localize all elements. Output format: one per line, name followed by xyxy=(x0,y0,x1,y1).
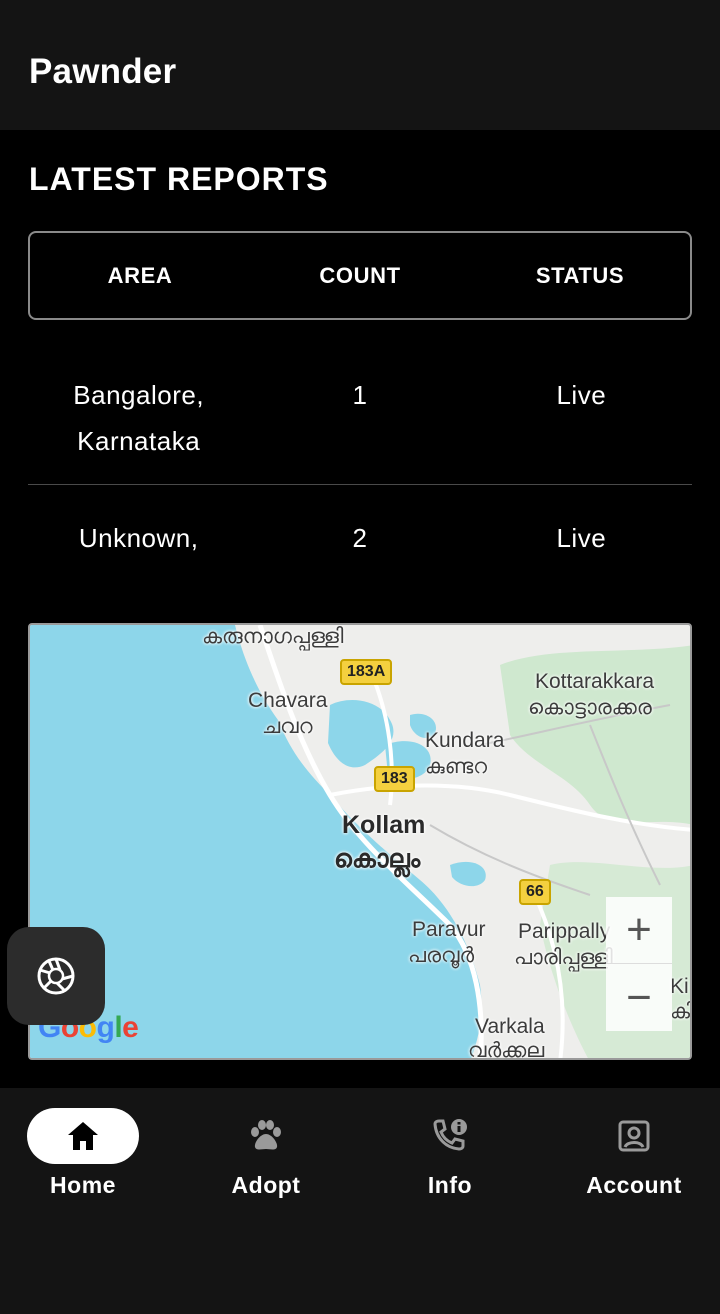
camera-shutter-icon xyxy=(37,957,75,995)
nav-indicator xyxy=(210,1108,322,1164)
reports-table-header: AREA COUNT STATUS xyxy=(28,231,692,320)
column-header-area: AREA xyxy=(107,262,173,288)
account-box-icon xyxy=(618,1120,650,1152)
cell-area: Unknown, xyxy=(28,515,249,561)
area-line: Karnataka xyxy=(77,426,201,456)
map-label: Kollam xyxy=(342,811,426,839)
road-shield: 183A xyxy=(340,659,393,685)
nav-label-info: Info xyxy=(427,1172,473,1198)
reports-map[interactable]: കരുനാഗപ്പള്ളി 183A Chavara ചവറ Kottarakk… xyxy=(28,623,692,1060)
bottom-navigation-bar: Home Adopt Info Account xyxy=(0,1088,720,1314)
map-label: വർക്കല xyxy=(468,1039,545,1060)
nav-label-adopt: Adopt xyxy=(231,1172,301,1198)
nav-item-home[interactable]: Home xyxy=(0,1088,173,1218)
road-shield: 66 xyxy=(519,879,551,905)
nav-label-home: Home xyxy=(50,1172,116,1198)
map-label: പാരിപ്പള്ളി xyxy=(514,946,613,969)
map-label: Ki xyxy=(670,975,689,998)
paw-icon xyxy=(251,1120,281,1150)
cell-status: Live xyxy=(556,380,607,410)
area-line: Bangalore, xyxy=(73,380,205,410)
map-label: കുണ്ടറ xyxy=(425,755,488,778)
nav-item-adopt[interactable]: Adopt xyxy=(176,1088,356,1218)
column-header-status: STATUS xyxy=(535,262,625,288)
area-line: Unknown, xyxy=(78,523,199,553)
cell-count: 1 xyxy=(352,380,368,410)
zoom-out-button[interactable]: − xyxy=(606,964,672,1031)
table-row[interactable]: Unknown, 2 Live xyxy=(28,485,692,600)
nav-indicator xyxy=(578,1108,690,1164)
app-title: Pawnder xyxy=(29,52,177,91)
nav-label-account: Account xyxy=(586,1172,682,1198)
map-label: Kottarakkara xyxy=(535,670,655,693)
map-label: കൊട്ടാരക്കര xyxy=(528,696,652,719)
map-label: കി xyxy=(670,1000,692,1023)
home-icon xyxy=(68,1122,98,1150)
map-label: പരവൂർ xyxy=(408,944,475,967)
reports-heading: LATEST REPORTS xyxy=(29,161,329,197)
column-header-count: COUNT xyxy=(319,262,401,288)
nav-item-account[interactable]: Account xyxy=(544,1088,720,1218)
phone-info-icon xyxy=(433,1119,467,1151)
map-label: കരുനാഗപ്പള്ളി xyxy=(202,625,344,648)
map-label: ചവറ xyxy=(262,715,313,738)
nav-indicator xyxy=(394,1108,506,1164)
nav-item-info[interactable]: Info xyxy=(360,1088,540,1218)
cell-area: Bangalore, Karnataka xyxy=(28,372,249,464)
reports-table-body: Bangalore, Karnataka 1 Live Unknown, 2 L… xyxy=(28,320,692,600)
road-shield: 183 xyxy=(374,766,415,792)
map-label: Parippally xyxy=(518,920,611,943)
zoom-in-button[interactable]: + xyxy=(606,897,672,964)
map-label: കൊല്ലം xyxy=(334,845,421,873)
cell-status: Live xyxy=(556,523,607,553)
cell-count: 2 xyxy=(352,523,368,553)
camera-fab-button[interactable] xyxy=(7,927,105,1025)
app-screen: Pawnder LATEST REPORTS AREA COUNT STATUS… xyxy=(0,0,720,1314)
nav-indicator xyxy=(27,1108,139,1164)
map-label: Varkala xyxy=(475,1015,545,1038)
top-app-bar: Pawnder xyxy=(0,0,720,130)
map-label: Paravur xyxy=(412,918,486,941)
map-label: Chavara xyxy=(248,689,328,712)
map-zoom-controls: + − xyxy=(606,897,672,1031)
table-row[interactable]: Bangalore, Karnataka 1 Live xyxy=(28,320,692,485)
map-label: Kundara xyxy=(425,729,505,752)
